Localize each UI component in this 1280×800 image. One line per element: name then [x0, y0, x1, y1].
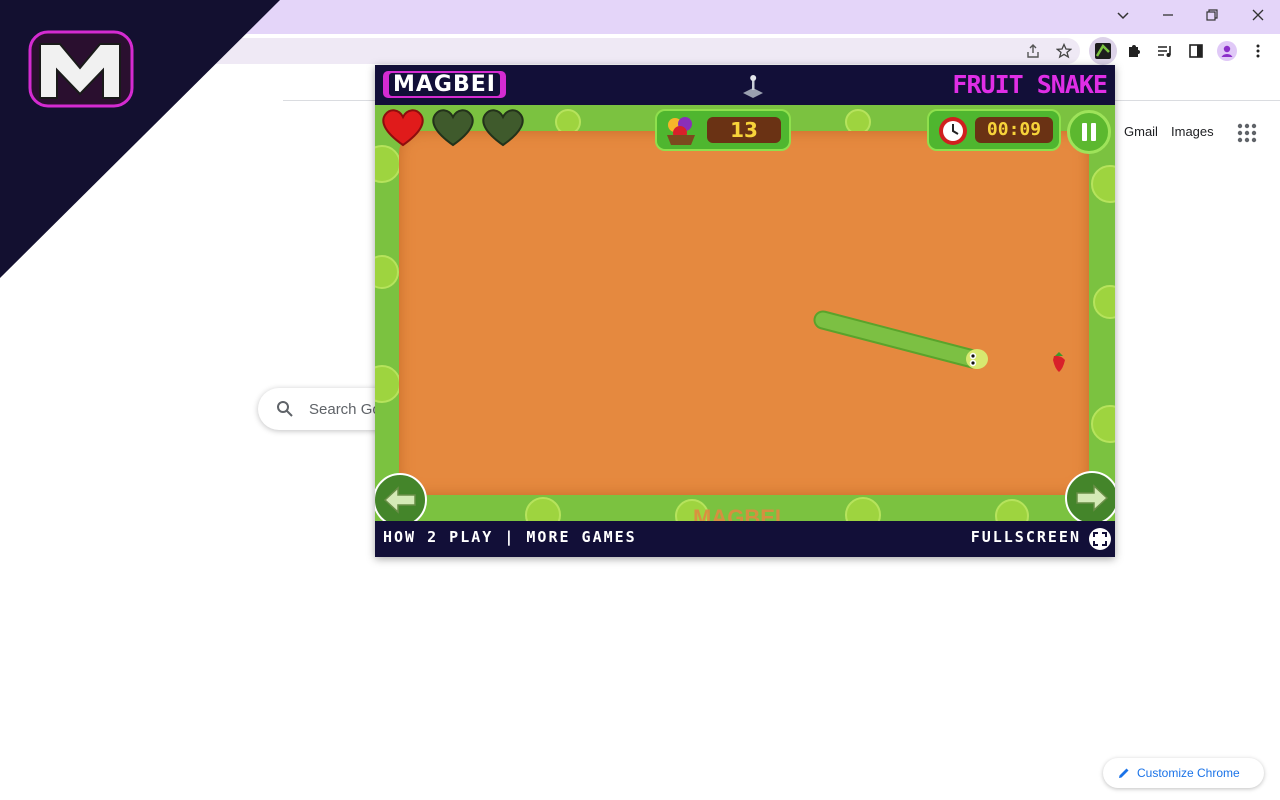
strawberry-fruit — [1053, 352, 1065, 372]
chrome-menu-button[interactable] — [1248, 41, 1268, 61]
turn-left-button[interactable] — [375, 473, 427, 527]
gmail-link[interactable]: Gmail — [1124, 124, 1158, 139]
profile-avatar-icon — [1217, 41, 1237, 61]
address-bar[interactable] — [140, 38, 1080, 64]
how-to-play-more-games-link[interactable]: HOW 2 PLAY | MORE GAMES — [383, 528, 637, 546]
lives-display — [381, 107, 525, 147]
media-control-button[interactable] — [1155, 41, 1175, 61]
customize-chrome-button[interactable]: Customize Chrome — [1103, 758, 1264, 788]
magbei-corner-logo — [0, 0, 280, 278]
close-icon — [1252, 9, 1264, 21]
timer-panel: 00:09 — [927, 109, 1061, 151]
game-popup: MAGBEI FRUIT SNAKE MAGBEI 13 00:09 HOW 2… — [375, 65, 1115, 557]
heart-full-icon — [382, 109, 424, 147]
magbei-extension-icon — [1095, 43, 1111, 59]
tab-search-button[interactable] — [1101, 0, 1145, 30]
fullscreen-icon — [1093, 532, 1107, 546]
customize-chrome-label: Customize Chrome — [1137, 766, 1240, 780]
restore-icon — [1206, 9, 1218, 21]
bookmark-button[interactable] — [1054, 41, 1074, 61]
minimize-icon — [1163, 14, 1173, 16]
extensions-button[interactable] — [1124, 41, 1144, 61]
alarm-clock-icon — [939, 117, 967, 145]
game-footer: HOW 2 PLAY | MORE GAMES FULLSCREEN — [375, 521, 1115, 557]
game-field: MAGBEI 13 00:09 — [375, 105, 1115, 533]
magbei-extension-button[interactable] — [1089, 37, 1117, 65]
pause-icon — [1082, 123, 1096, 141]
game-header: MAGBEI FRUIT SNAKE — [375, 65, 1115, 105]
apps-grid-icon — [1237, 123, 1257, 143]
share-button[interactable] — [1023, 41, 1043, 61]
arrow-right-icon — [1076, 484, 1109, 512]
arrow-left-icon — [383, 486, 416, 514]
side-panel-icon — [1189, 44, 1203, 58]
minimize-button[interactable] — [1146, 0, 1190, 30]
pause-button[interactable] — [1067, 110, 1111, 154]
more-vert-icon — [1256, 44, 1260, 58]
magbei-logo[interactable]: MAGBEI — [383, 71, 506, 98]
fullscreen-link[interactable]: FULLSCREEN — [971, 528, 1081, 546]
profile-button[interactable] — [1217, 41, 1237, 61]
media-queue-icon — [1158, 46, 1171, 57]
magbei-logo-text: MAGBEI — [389, 73, 500, 96]
pencil-icon — [1119, 768, 1129, 778]
turn-right-button[interactable] — [1065, 471, 1115, 525]
share-icon — [1027, 44, 1039, 58]
close-window-button[interactable] — [1236, 0, 1280, 30]
chevron-down-icon — [1117, 12, 1129, 20]
score-value: 13 — [707, 117, 781, 143]
images-link[interactable]: Images — [1171, 124, 1214, 139]
heart-empty-icon — [432, 109, 474, 147]
timer-value: 00:09 — [975, 117, 1053, 143]
joystick-icon — [743, 75, 763, 98]
restore-button[interactable] — [1190, 0, 1234, 30]
side-panel-button[interactable] — [1186, 41, 1206, 61]
google-apps-button[interactable] — [1236, 122, 1258, 144]
fruit-basket-icon — [667, 117, 695, 145]
puzzle-icon — [1129, 45, 1140, 57]
game-title: FRUIT SNAKE — [952, 70, 1108, 99]
snake-body — [815, 312, 981, 367]
snake-layer — [813, 310, 1065, 372]
snake-head — [966, 349, 988, 369]
fullscreen-button[interactable] — [1089, 528, 1111, 550]
search-icon — [277, 401, 293, 417]
heart-empty-icon — [482, 109, 524, 147]
score-panel: 13 — [655, 109, 791, 151]
bookmark-star-icon — [1056, 43, 1072, 59]
